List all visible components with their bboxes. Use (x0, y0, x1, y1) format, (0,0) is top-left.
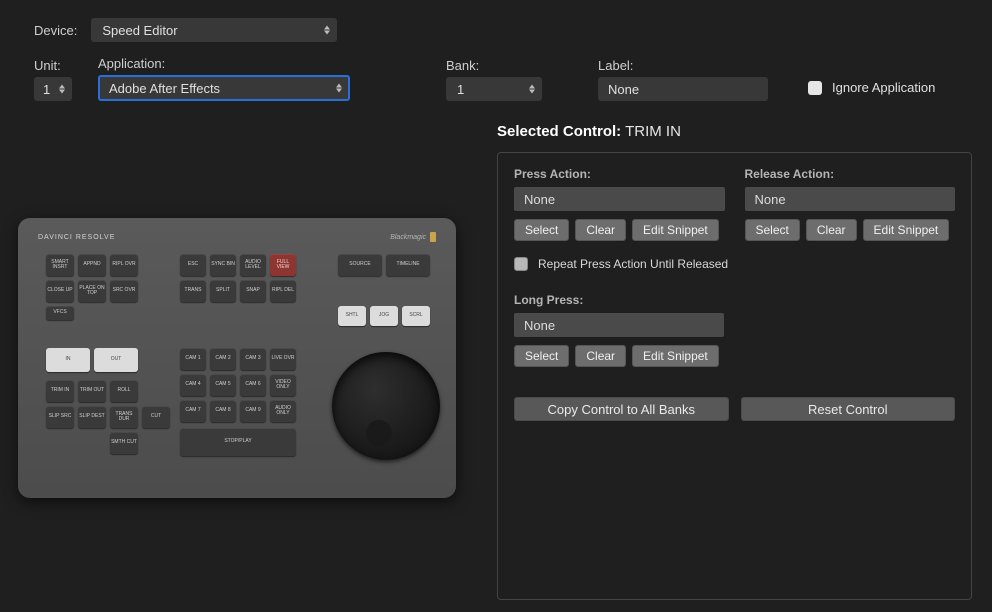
usb-icon (430, 232, 436, 242)
long-clear-button[interactable]: Clear (575, 345, 626, 367)
hw-key[interactable]: SLIP SRC (46, 406, 74, 428)
hw-key[interactable]: CAM 5 (210, 374, 236, 396)
long-press-field[interactable]: None (514, 313, 724, 337)
hw-key[interactable]: SMTH CUT (110, 432, 138, 454)
hw-key[interactable]: SPLIT (210, 280, 236, 302)
hw-key[interactable]: TRANS (180, 280, 206, 302)
jog-wheel[interactable] (332, 352, 440, 460)
bank-select[interactable]: 1 (446, 77, 542, 101)
long-select-button[interactable]: Select (514, 345, 569, 367)
hw-key[interactable]: PLACE ON TOP (78, 280, 106, 302)
repeat-checkbox[interactable] (514, 257, 528, 271)
hw-key[interactable]: CLOSE UP (46, 280, 74, 302)
hw-key[interactable]: CAM 2 (210, 348, 236, 370)
hw-key[interactable]: SYNC BIN (210, 254, 236, 276)
press-select-button[interactable]: Select (514, 219, 569, 241)
reset-control-button[interactable]: Reset Control (741, 397, 956, 421)
repeat-label: Repeat Press Action Until Released (538, 257, 728, 271)
label-input[interactable]: None (598, 77, 768, 101)
hw-key[interactable]: SHTL (338, 306, 366, 326)
hw-key[interactable]: CAM 7 (180, 400, 206, 422)
control-panel: Press Action: None Select Clear Edit Sni… (497, 152, 972, 600)
hw-key[interactable]: RIPL DEL (270, 280, 296, 302)
unit-select[interactable]: 1 (34, 77, 72, 101)
release-edit-snippet-button[interactable]: Edit Snippet (863, 219, 950, 241)
hw-key[interactable]: LIVE OVR (270, 348, 296, 370)
hw-key[interactable]: CAM 1 (180, 348, 206, 370)
hw-key[interactable]: AUDIO ONLY (270, 400, 296, 422)
hw-key[interactable]: SNAP (240, 280, 266, 302)
hw-key[interactable]: IN (46, 348, 90, 372)
press-action-label: Press Action: (514, 167, 725, 181)
hw-key[interactable]: ROLL (110, 380, 138, 402)
press-edit-snippet-button[interactable]: Edit Snippet (632, 219, 719, 241)
chevron-updown-icon (324, 26, 330, 35)
hw-key[interactable]: SMART INSRT (46, 254, 74, 276)
hw-key[interactable]: CAM 6 (240, 374, 266, 396)
hw-key[interactable]: STOP/PLAY (180, 428, 296, 456)
unit-label: Unit: (34, 58, 74, 73)
device-brand: DAVINCI RESOLVE (38, 234, 115, 241)
bank-value: 1 (457, 82, 464, 97)
hw-key[interactable]: SCRL (402, 306, 430, 326)
bank-label: Bank: (446, 58, 542, 73)
hw-key[interactable]: RIPL OVR (110, 254, 138, 276)
application-label: Application: (98, 56, 350, 71)
release-action-label: Release Action: (745, 167, 956, 181)
label-label: Label: (598, 58, 768, 73)
press-action-field[interactable]: None (514, 187, 725, 211)
application-value: Adobe After Effects (109, 81, 220, 96)
long-press-label: Long Press: (514, 293, 955, 307)
hw-key[interactable]: ESC (180, 254, 206, 276)
release-action-field[interactable]: None (745, 187, 956, 211)
hw-key[interactable]: SRC OVR (110, 280, 138, 302)
hw-key[interactable]: VIDEO ONLY (270, 374, 296, 396)
device-select[interactable]: Speed Editor (91, 18, 337, 42)
selected-control-header: Selected Control: TRIM IN (497, 123, 681, 140)
chevron-updown-icon (336, 84, 342, 93)
ignore-application-label: Ignore Application (832, 80, 935, 95)
hw-key[interactable]: TRIM OUT (78, 380, 106, 402)
hw-key[interactable]: CAM 3 (240, 348, 266, 370)
hw-key[interactable]: TRIM IN (46, 380, 74, 402)
hw-key[interactable]: TRANS DUR (110, 406, 138, 428)
hw-key[interactable]: JOG (370, 306, 398, 326)
hw-key[interactable]: OUT (94, 348, 138, 372)
press-clear-button[interactable]: Clear (575, 219, 626, 241)
release-clear-button[interactable]: Clear (806, 219, 857, 241)
release-select-button[interactable]: Select (745, 219, 800, 241)
long-edit-snippet-button[interactable]: Edit Snippet (632, 345, 719, 367)
copy-control-button[interactable]: Copy Control to All Banks (514, 397, 729, 421)
device-value: Speed Editor (102, 23, 177, 38)
hw-key[interactable]: SOURCE (338, 254, 382, 276)
hw-key[interactable]: AUDIO LEVEL (240, 254, 266, 276)
label-value: None (608, 82, 639, 97)
hw-key[interactable]: CAM 9 (240, 400, 266, 422)
hw-key[interactable]: SLIP DEST (78, 406, 106, 428)
chevron-updown-icon (59, 85, 65, 94)
hw-key[interactable]: CAM 4 (180, 374, 206, 396)
hw-key[interactable]: TIMELINE (386, 254, 430, 276)
speed-editor-device: DAVINCI RESOLVE Blackmagic SMART INSRTAP… (18, 218, 456, 498)
hw-key[interactable]: VFCS (46, 306, 74, 320)
hw-key[interactable]: CUT (142, 406, 170, 428)
ignore-application-checkbox[interactable] (808, 81, 822, 95)
application-select[interactable]: Adobe After Effects (98, 75, 350, 101)
hw-key[interactable]: APPND (78, 254, 106, 276)
device-maker: Blackmagic (390, 232, 436, 242)
hw-key[interactable]: FULL VIEW (270, 254, 296, 276)
hw-key[interactable]: CAM 8 (210, 400, 236, 422)
unit-value: 1 (43, 82, 50, 97)
chevron-updown-icon (529, 85, 535, 94)
device-label: Device: (34, 23, 77, 38)
